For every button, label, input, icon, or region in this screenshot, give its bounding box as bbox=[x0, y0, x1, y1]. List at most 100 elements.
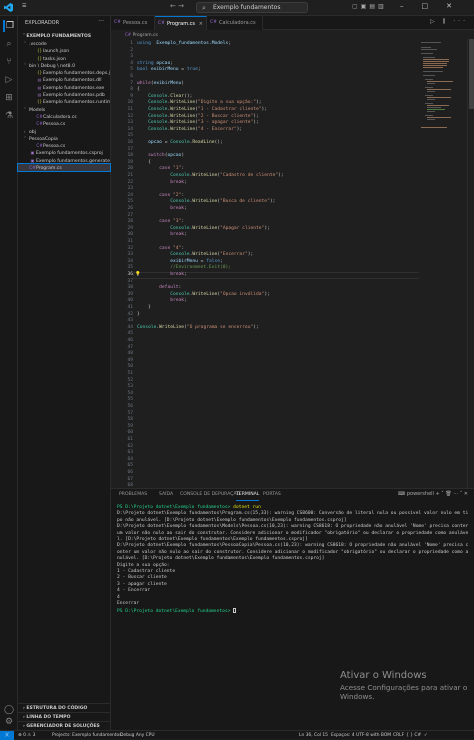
close-panel-icon[interactable]: ✕ bbox=[464, 491, 468, 497]
editor-tab[interactable]: C# Calculadora.cs bbox=[207, 16, 263, 30]
editor-tab[interactable]: C# Program.cs × bbox=[155, 16, 207, 30]
code-token: "O programa se encerrou" bbox=[186, 324, 254, 330]
tree-item[interactable]: C#Calculadora.cs bbox=[18, 113, 110, 120]
account-icon[interactable]: ◯ bbox=[3, 704, 15, 716]
testing-icon[interactable]: ⚗ bbox=[3, 110, 15, 122]
tree-item[interactable]: ˅ Models bbox=[18, 106, 110, 113]
sidebar-section-header[interactable]: › ESTRUTURA DO CÓDIGO bbox=[18, 703, 111, 712]
code-line[interactable]: opcao = Console.ReadLine(); bbox=[137, 140, 223, 147]
line-number: 48 bbox=[127, 351, 133, 357]
code-line[interactable]: Console.WriteLine("Digite a sua opção:")… bbox=[137, 100, 261, 107]
run-debug-icon[interactable]: ▷ bbox=[3, 74, 15, 86]
code-line[interactable]: } bbox=[137, 305, 151, 312]
panel-tab[interactable]: PROBLEMAS bbox=[119, 492, 147, 501]
code-line[interactable]: Console.WriteLine("Cadastro de cliente")… bbox=[137, 173, 283, 180]
code-line[interactable]: //Environment.Exit(0); bbox=[137, 265, 231, 272]
editor-scrollbar[interactable] bbox=[467, 39, 474, 488]
window-controls[interactable]: –□✕ bbox=[400, 2, 470, 10]
sidebar-section-header[interactable]: › LINHA DO TEMPO bbox=[18, 712, 111, 721]
add-terminal-icon[interactable]: + ˅ bbox=[436, 491, 446, 497]
code-token: Console bbox=[148, 100, 168, 106]
tree-item[interactable]: ˅ PessoaCopia bbox=[18, 135, 110, 142]
code-line[interactable]: Console.WriteLine("1 - Cadastrar cliente… bbox=[137, 107, 267, 114]
layout-icons[interactable]: ▢▣▤▥ bbox=[352, 3, 387, 10]
tree-item[interactable]: C#Pessoa.cs bbox=[18, 120, 110, 127]
code-token: "Opcao inválida" bbox=[220, 291, 265, 297]
command-center-search[interactable]: ⌕ Exemplo fundamentos bbox=[196, 2, 308, 13]
code-line[interactable]: using Exemplo_fundamentos.Models; bbox=[137, 41, 231, 48]
code-line[interactable]: { bbox=[137, 87, 140, 94]
tree-item[interactable]: {}Exemplo fundamentos.deps.json bbox=[18, 69, 110, 76]
sidebar-section-header[interactable]: › GERENCIADOR DE SOLUÇÕES bbox=[18, 721, 111, 730]
back-forward-icon[interactable]: ← → bbox=[170, 2, 184, 10]
tree-item[interactable]: ˅ .vscode bbox=[18, 40, 110, 47]
code-token: Exemplo_fundamentos.Models bbox=[156, 41, 229, 46]
code-line[interactable]: Console.WriteLine("Encerrar"); bbox=[137, 252, 253, 259]
code-line[interactable]: break; bbox=[137, 180, 187, 187]
tree-item[interactable]: ▤ Exemplo fundamentos.pdb bbox=[18, 91, 110, 98]
code-line[interactable]: default: bbox=[137, 285, 181, 292]
tree-item[interactable]: C#Program.cs bbox=[17, 163, 111, 173]
code-line[interactable]: break; bbox=[137, 272, 187, 279]
code-line[interactable]: break; bbox=[137, 206, 187, 213]
panel-tab[interactable]: TERMINAL bbox=[236, 492, 260, 501]
tree-item[interactable]: {}Exemplo fundamentos.runtimec... bbox=[18, 98, 110, 105]
panel-actions[interactable]: ⌨ powershell + ˅ 🗑 ··· ˄ ✕ bbox=[398, 491, 468, 497]
settings-gear-icon[interactable]: ⚙ bbox=[3, 716, 15, 728]
workspace-section[interactable]: ˅ EXEMPLO FUNDAMENTOS bbox=[18, 30, 110, 40]
breadcrumb[interactable]: C# Program.cs bbox=[111, 30, 474, 39]
code-editor[interactable]: 1 2 3 4 5 6 7 8 9 10 11 12 13 14 15 16 17 18 19 20 21 22 23 24 2… bbox=[111, 39, 467, 488]
code-token: } bbox=[137, 305, 151, 310]
tree-item[interactable]: ▤ Exemplo fundamentos.exe bbox=[18, 84, 110, 91]
code-line[interactable]: bool exibirMenu = true; bbox=[137, 67, 201, 74]
code-line[interactable]: switch(opcao) bbox=[137, 153, 184, 160]
code-line[interactable]: Console.WriteLine("O programa se encerro… bbox=[137, 325, 259, 332]
tab-label: Program.cs bbox=[167, 21, 196, 27]
code-line[interactable]: break; bbox=[137, 298, 187, 305]
tree-item[interactable]: C#Pessoa.cs bbox=[18, 142, 110, 149]
code-line[interactable]: Console.WriteLine("Busca de cliente"); bbox=[137, 199, 275, 206]
code-token: Console bbox=[137, 324, 157, 330]
explorer-icon[interactable]: ❐ bbox=[3, 20, 15, 32]
code-line[interactable]: Console.WriteLine("3 - apagar cliente"); bbox=[137, 120, 259, 127]
tree-item[interactable]: ▤ Exemplo fundamentos.dll bbox=[18, 76, 110, 83]
terminal-command: dotnet run bbox=[233, 505, 261, 510]
menu-icon[interactable]: ☰ bbox=[22, 3, 26, 9]
tree-item[interactable]: ▣ Exemplo fundamentos.csproj bbox=[18, 149, 110, 156]
close-tab-icon[interactable]: × bbox=[199, 17, 203, 31]
extensions-icon[interactable]: ⊞ bbox=[3, 92, 15, 104]
minimap[interactable] bbox=[419, 39, 467, 488]
line-number: 61 bbox=[127, 437, 133, 442]
lightbulb-icon[interactable]: 💡 bbox=[135, 272, 141, 277]
more-actions-icon[interactable]: ··· bbox=[98, 18, 104, 25]
panel-tab[interactable]: CONSOLE DE DEPURAÇÃO bbox=[180, 492, 240, 501]
code-line[interactable]: case "3": bbox=[137, 219, 184, 226]
tree-item-label: Exemplo fundamentos.pdb bbox=[43, 93, 105, 99]
tree-item[interactable]: ˅ bin \ Debug \ net8.0 bbox=[18, 62, 110, 69]
csharp-file-icon: C# bbox=[125, 32, 132, 37]
scrollbar-thumb[interactable] bbox=[469, 39, 474, 109]
code-line[interactable]: break; bbox=[137, 232, 187, 239]
code-token: = bbox=[161, 140, 171, 145]
code-line[interactable]: } bbox=[137, 312, 140, 319]
tree-item[interactable]: ▣ Exemplo fundamentos.generated... bbox=[18, 157, 110, 164]
source-control-icon[interactable]: ⑂ bbox=[3, 56, 15, 68]
search-icon[interactable]: ⌕ bbox=[3, 38, 15, 50]
tree-item[interactable]: {}launch.json bbox=[18, 47, 110, 54]
editor-tab[interactable]: C# Pessoa.cs bbox=[111, 16, 155, 30]
tree-item[interactable]: {}tasks.json bbox=[18, 55, 110, 62]
code-line[interactable]: Console.WriteLine("4 - Encerrar"); bbox=[137, 127, 242, 134]
file-type-icon: ▤ bbox=[37, 77, 42, 83]
code-line[interactable]: case "1": bbox=[137, 166, 184, 173]
panel-tab[interactable]: PORTAS bbox=[263, 492, 281, 501]
tree-item[interactable]: › obj bbox=[18, 128, 110, 135]
code-line[interactable]: while(exibirMenu) bbox=[137, 81, 184, 88]
code-token: ; bbox=[220, 258, 223, 264]
line-number: 45 bbox=[127, 331, 133, 337]
code-token: "4 - Encerrar" bbox=[197, 126, 237, 132]
editor-actions-icon[interactable]: ▷ ⫼ ··· bbox=[430, 18, 468, 26]
code-area[interactable]: using Exemplo_fundamentos.Models; string … bbox=[137, 39, 467, 488]
panel-tab[interactable]: SAÍDA bbox=[159, 492, 173, 501]
